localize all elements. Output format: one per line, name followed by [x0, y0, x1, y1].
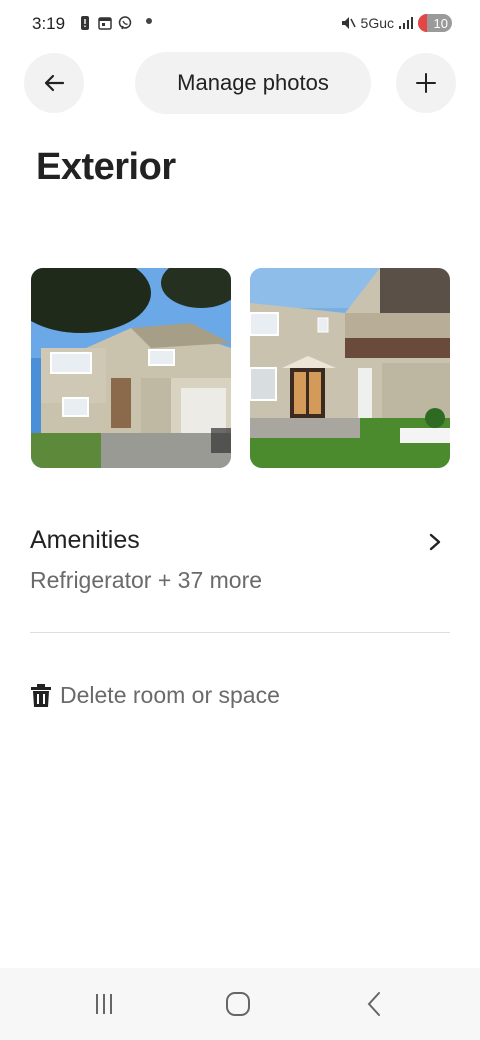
alert-icon	[81, 16, 89, 30]
dot-icon	[146, 18, 152, 24]
nav-back-button[interactable]	[356, 988, 392, 1020]
amenities-title: Amenities	[30, 526, 140, 554]
status-time: 3:19	[32, 14, 66, 33]
network-label: 5Guc	[360, 15, 394, 31]
signal-icon	[399, 17, 413, 29]
divider	[30, 632, 450, 633]
delete-room-button[interactable]: Delete room or space	[30, 682, 280, 709]
battery-indicator: 10	[418, 14, 452, 32]
status-icons-left	[78, 16, 132, 30]
back-icon	[367, 992, 380, 1016]
viber-icon	[118, 16, 132, 30]
exterior-photo-front[interactable]	[31, 268, 231, 468]
recent-apps-button[interactable]	[86, 988, 122, 1020]
manage-photos-button[interactable]: Manage photos	[135, 52, 371, 114]
trash-icon	[31, 683, 51, 707]
plus-icon	[416, 73, 436, 93]
back-button[interactable]	[24, 53, 84, 113]
mute-icon	[341, 17, 356, 29]
system-navigation-bar	[0, 968, 480, 1040]
home-icon	[226, 992, 250, 1016]
delete-room-label: Delete room or space	[60, 682, 280, 708]
home-button[interactable]	[220, 988, 256, 1020]
add-photo-button[interactable]	[396, 53, 456, 113]
exterior-photo-back[interactable]	[250, 268, 450, 468]
amenities-row[interactable]: Amenities Refrigerator + 37 more	[30, 522, 450, 612]
status-icons-right: 5Guc 10	[340, 14, 452, 32]
page-title: Exterior	[36, 146, 176, 188]
arrow-left-icon	[44, 74, 65, 92]
amenities-summary: Refrigerator + 37 more	[30, 567, 263, 593]
recent-apps-icon	[96, 994, 112, 1014]
chevron-right-icon	[429, 533, 441, 551]
calendar-icon	[98, 17, 112, 30]
